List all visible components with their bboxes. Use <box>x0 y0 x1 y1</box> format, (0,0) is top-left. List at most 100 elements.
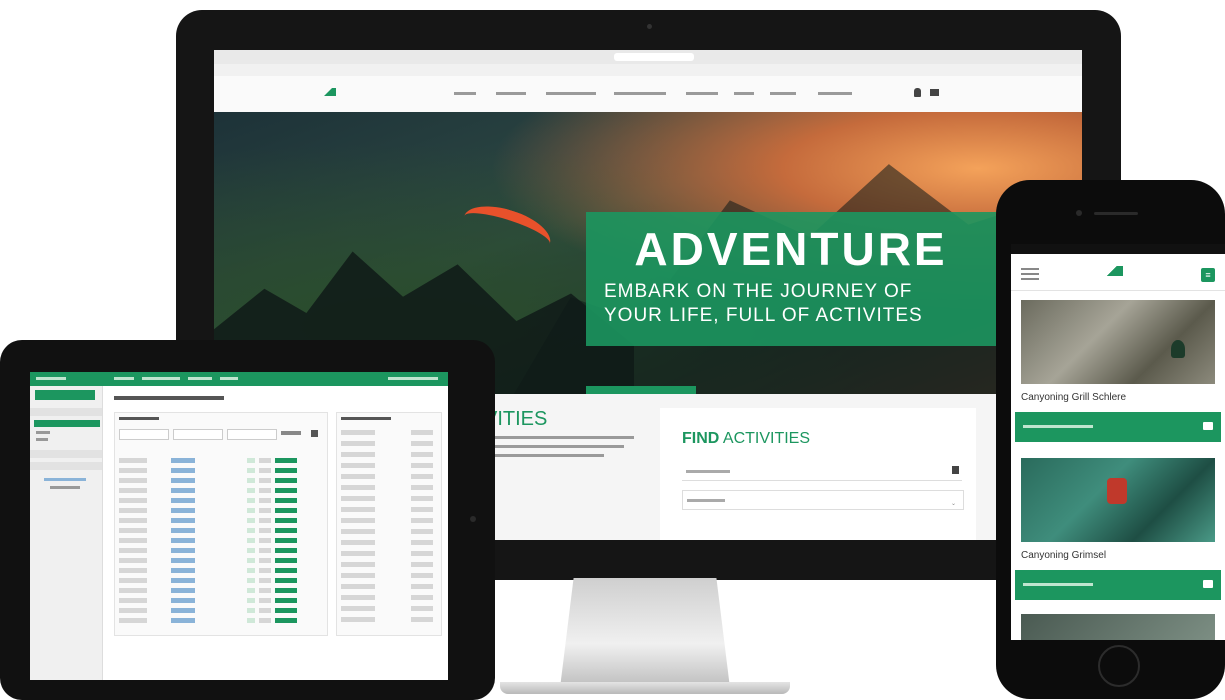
sidebar-item-active[interactable] <box>34 420 100 427</box>
price-select[interactable]: ⌄ <box>682 490 964 510</box>
nav-item[interactable] <box>454 92 476 95</box>
phone-home-button <box>1098 645 1140 687</box>
browser-url-bar[interactable] <box>614 53 694 61</box>
table-row[interactable] <box>119 617 323 624</box>
filter-select[interactable] <box>173 429 223 440</box>
list-item[interactable] <box>341 605 437 612</box>
sidebar-text <box>50 486 80 489</box>
mobile-website: ≡ Canyoning Grill Schlere Canyoning Grim… <box>1011 244 1225 640</box>
dashboard-sidebar <box>30 386 103 680</box>
sidebar-primary-button[interactable] <box>35 390 95 400</box>
table-row[interactable] <box>119 557 323 564</box>
activity-image[interactable] <box>1021 300 1215 384</box>
list-item[interactable] <box>341 484 437 491</box>
cart-icon[interactable] <box>930 89 939 96</box>
dashboard-tab[interactable] <box>188 377 212 380</box>
paraglider-image <box>458 197 556 263</box>
filter-select[interactable] <box>119 429 169 440</box>
book-activity-button[interactable] <box>1015 412 1221 442</box>
dashboard-logo <box>36 377 66 380</box>
top-notice <box>214 64 1082 76</box>
dashboard-heading <box>114 396 224 400</box>
list-item[interactable] <box>341 440 437 447</box>
dashboard-topbar <box>30 372 448 386</box>
activity-image[interactable] <box>1021 458 1215 542</box>
sidebar-link[interactable] <box>44 478 86 481</box>
list-item[interactable] <box>341 451 437 458</box>
nav-item[interactable] <box>686 92 718 95</box>
nav-item[interactable] <box>614 92 666 95</box>
phone-camera <box>1076 210 1082 216</box>
calendar-icon[interactable] <box>311 430 318 437</box>
menu-icon[interactable]: ≡ <box>1201 268 1215 282</box>
list-item[interactable] <box>341 495 437 502</box>
table-row[interactable] <box>119 457 323 464</box>
table-row[interactable] <box>119 517 323 524</box>
tablet-home-button <box>470 516 476 522</box>
list-item[interactable] <box>341 616 437 623</box>
hero-title: ADVENTURE <box>634 223 948 275</box>
list-item[interactable] <box>341 539 437 546</box>
sidebar-section[interactable] <box>30 450 102 458</box>
activities-text <box>484 436 644 457</box>
panel-recent-bookings <box>336 412 442 636</box>
mobile-logo[interactable] <box>1103 266 1123 276</box>
imac-camera <box>647 24 652 29</box>
table-row[interactable] <box>119 577 323 584</box>
dashboard-tab[interactable] <box>114 377 134 380</box>
calendar-icon <box>952 466 959 474</box>
table-row[interactable] <box>119 507 323 514</box>
sidebar-section[interactable] <box>30 408 102 416</box>
dashboard-tab[interactable] <box>220 377 238 380</box>
nav-item[interactable] <box>818 92 852 95</box>
list-item[interactable] <box>341 528 437 535</box>
table-row[interactable] <box>119 527 323 534</box>
list-item[interactable] <box>341 550 437 557</box>
nav-item[interactable] <box>770 92 796 95</box>
table-row[interactable] <box>119 487 323 494</box>
browser-toolbar <box>214 50 1082 65</box>
sidebar-section[interactable] <box>30 462 102 470</box>
nav-item[interactable] <box>496 92 526 95</box>
list-item[interactable] <box>341 506 437 513</box>
table-row[interactable] <box>119 477 323 484</box>
activity-select[interactable] <box>682 462 962 481</box>
tablet-dashboard <box>30 372 448 680</box>
sidebar-item[interactable] <box>36 431 50 434</box>
calendar-icon <box>1203 422 1213 430</box>
mobile-header: ≡ <box>1011 254 1225 291</box>
activity-image[interactable] <box>1021 614 1215 640</box>
table-row[interactable] <box>119 547 323 554</box>
site-header <box>214 76 1082 112</box>
list-item[interactable] <box>341 572 437 579</box>
table-row[interactable] <box>119 587 323 594</box>
table-row[interactable] <box>119 467 323 474</box>
table-row[interactable] <box>119 497 323 504</box>
list-item[interactable] <box>341 462 437 469</box>
sidebar-item[interactable] <box>36 438 48 441</box>
list-item[interactable] <box>341 429 437 436</box>
activity-name[interactable]: Canyoning Grill Schlere <box>1021 392 1126 403</box>
user-icon[interactable] <box>914 88 921 97</box>
table-row[interactable] <box>119 567 323 574</box>
imac-foot <box>500 682 790 694</box>
hamburger-menu-icon[interactable] <box>1021 268 1039 270</box>
list-item[interactable] <box>341 594 437 601</box>
table-row[interactable] <box>119 607 323 614</box>
calendar-icon <box>1203 580 1213 588</box>
dashboard-tab[interactable] <box>142 377 180 380</box>
dashboard-user[interactable] <box>388 377 438 380</box>
hero-subtitle-line: EMBARK ON THE JOURNEY OF <box>604 281 913 302</box>
book-activity-button[interactable] <box>1015 570 1221 600</box>
list-item[interactable] <box>341 517 437 524</box>
table-row[interactable] <box>119 537 323 544</box>
filter-select[interactable] <box>227 429 277 440</box>
list-item[interactable] <box>341 561 437 568</box>
activity-name[interactable]: Canyoning Grimsel <box>1021 550 1106 561</box>
list-item[interactable] <box>341 473 437 480</box>
table-row[interactable] <box>119 597 323 604</box>
list-item[interactable] <box>341 583 437 590</box>
nav-item[interactable] <box>734 92 754 95</box>
nav-item[interactable] <box>546 92 596 95</box>
hero-overlay: ADVENTURE EMBARK ON THE JOURNEY OF YOUR … <box>586 212 996 346</box>
